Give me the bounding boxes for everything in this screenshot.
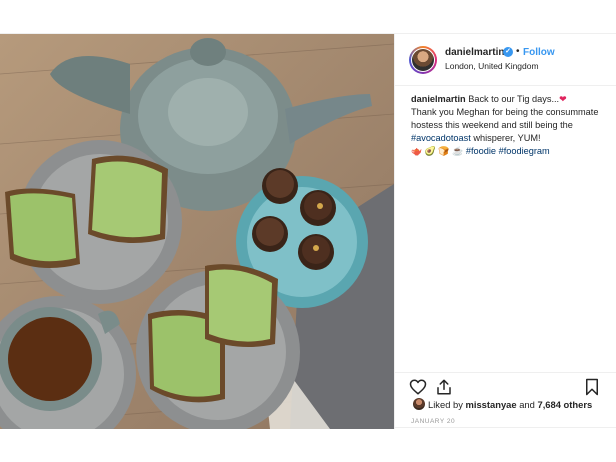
liker-avatar[interactable] [413, 398, 425, 410]
likes-user-link[interactable]: misstanyae [466, 399, 517, 410]
likes-summary: Liked by misstanyae and 7,684 others [428, 399, 592, 410]
post-header: danielmartin ✓ • Follow London, United K… [395, 34, 616, 86]
caption-emoji-row: 🫖 🥑 🍞 ☕ [411, 146, 464, 156]
caption-line-1: Back to our Tig days... [468, 94, 560, 104]
post-photo[interactable] [0, 34, 394, 429]
post-sidebar: danielmartin ✓ • Follow London, United K… [394, 34, 616, 429]
post-date[interactable]: JANUARY 20 [411, 418, 455, 425]
instagram-post: danielmartin ✓ • Follow London, United K… [0, 33, 616, 429]
separator-dot: • [516, 46, 520, 57]
verified-badge-icon: ✓ [503, 47, 513, 57]
likes-prefix: Liked by [428, 399, 463, 410]
avatar[interactable] [409, 46, 437, 74]
bookmark-icon[interactable] [583, 378, 601, 396]
location-link[interactable]: London, United Kingdom [445, 61, 539, 71]
caption-line-3: whisperer, YUM! [473, 133, 541, 143]
username-link[interactable]: danielmartin [445, 47, 504, 58]
caption-author[interactable]: danielmartin [411, 94, 466, 104]
likes-count-link[interactable]: 7,684 others [537, 399, 592, 410]
likes-and: and [519, 399, 535, 410]
heart-icon[interactable] [409, 378, 427, 396]
caption-line-2: Thank you Meghan for being the consummat… [411, 107, 599, 130]
post-caption: danielmartin Back to our Tig days...❤ Th… [411, 93, 611, 158]
follow-button[interactable]: Follow [523, 47, 555, 58]
share-icon[interactable] [435, 378, 453, 396]
hashtag-foodie[interactable]: #foodie [466, 146, 496, 156]
hashtag-avocadotoast[interactable]: #avocadotoast [411, 133, 471, 143]
heart-emoji-icon: ❤ [559, 94, 567, 104]
hashtag-foodiegram[interactable]: #foodiegram [499, 146, 550, 156]
avocado-toast-photo [0, 34, 394, 429]
